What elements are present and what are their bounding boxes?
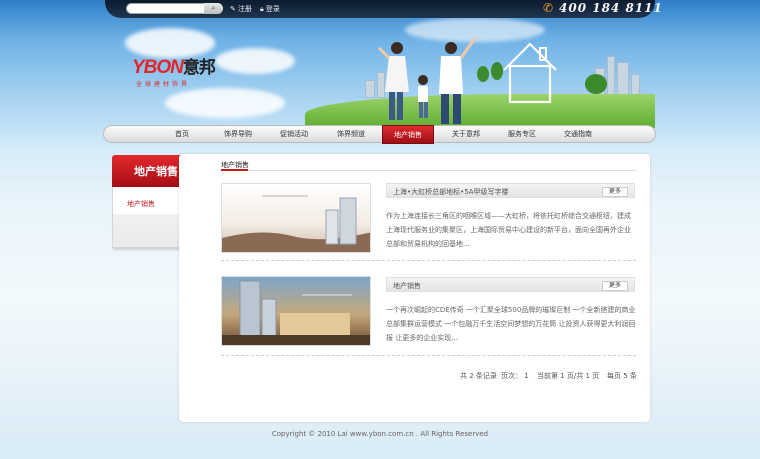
phone-icon: ✆ — [543, 1, 554, 15]
pencil-icon: ✎ — [230, 5, 236, 13]
title-divider — [221, 170, 636, 171]
listing-title[interactable]: 地产销售 — [393, 281, 421, 291]
more-button[interactable]: 更多 — [602, 187, 628, 197]
pager-current: 当前第 1 页/共 1 页 — [537, 372, 600, 380]
pager-total: 共 2 条记录 — [460, 372, 497, 380]
login-link[interactable]: 🔒︎ 登录 — [260, 4, 280, 14]
search-icon: ⌕ — [211, 4, 216, 12]
nav-item-service[interactable]: 服务专区 — [500, 126, 544, 142]
listing-title-bar: 地产销售 更多 — [386, 277, 635, 292]
divider — [221, 355, 636, 356]
nav-item-guide[interactable]: 饰界导购 — [216, 126, 260, 142]
register-link[interactable]: ✎ 注册 — [230, 4, 252, 14]
hero-banner: YBON意邦 全球建材饰界 — [105, 18, 655, 128]
logo-tagline: 全球建材饰界 — [136, 81, 191, 88]
hotline-number: 400 184 8111 — [559, 1, 663, 15]
search-button[interactable]: ⌕ — [204, 3, 223, 14]
listing-description: 一个再次崛起的CDE传奇 一个汇聚全球500品牌的璀璨巨制 一个全新搭建的商业总… — [386, 306, 636, 342]
listing-title[interactable]: 上海•大虹桥总部地标•5A甲级写字楼 — [393, 187, 509, 197]
footer-copyright: Copyright © 2010 Lai www.ybon.com.cn . A… — [271, 430, 489, 438]
listing-thumbnail[interactable] — [221, 276, 371, 346]
nav-item-channel[interactable]: 饰界频道 — [329, 126, 373, 142]
nav-item-promotions[interactable]: 促销活动 — [272, 126, 316, 142]
register-label: 注册 — [237, 5, 252, 13]
nav-item-about[interactable]: 关于意邦 — [444, 126, 488, 142]
brand-logo[interactable]: YBON意邦 全球建材饰界 — [132, 53, 216, 88]
nav-item-traffic[interactable]: 交通指南 — [556, 126, 600, 142]
listing-description: 作为上海连接长三角区的咽喉区域——大虹桥，将依托虹桥综合交通枢纽，建成上海现代服… — [386, 212, 631, 248]
listing-title-bar: 上海•大虹桥总部地标•5A甲级写字楼 更多 — [386, 183, 635, 198]
family-photo — [377, 37, 477, 124]
listing-thumbnail[interactable] — [221, 183, 371, 253]
main-nav: 首页 饰界导购 促销活动 饰界频道 地产销售 关于意邦 服务专区 交通指南 — [103, 125, 656, 144]
nav-item-real-estate[interactable]: 地产销售 — [382, 125, 434, 144]
nav-item-home[interactable]: 首页 — [162, 126, 202, 142]
divider — [221, 260, 636, 261]
sidebar-item-real-estate[interactable]: 地产销售 — [127, 199, 155, 209]
more-button[interactable]: 更多 — [602, 281, 628, 291]
logo-latin: YBON — [132, 57, 184, 78]
title-accent — [221, 169, 248, 171]
house-outline-icon — [503, 42, 557, 104]
lock-icon: 🔒︎ — [260, 4, 264, 13]
pager-per-page: 每页 5 条 — [607, 372, 637, 380]
login-label: 登录 — [265, 5, 280, 13]
logo-cn: 意邦 — [182, 58, 216, 77]
pager-pages: 页次： 1 — [501, 372, 529, 380]
